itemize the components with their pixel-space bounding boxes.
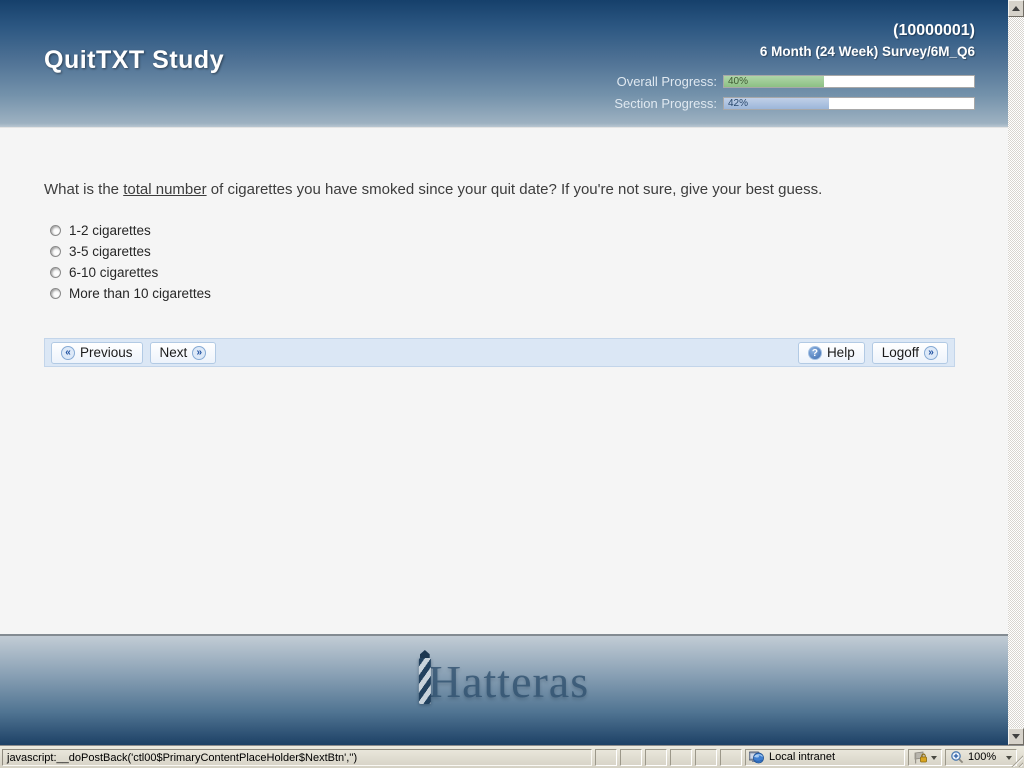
progress-section: Overall Progress: 40% Section Progress: … [614,74,975,118]
radio-button[interactable] [50,225,61,236]
radio-button[interactable] [50,246,61,257]
header-meta: (10000001) 6 Month (24 Week) Survey/6M_Q… [760,22,975,59]
page-viewport: QuitTXT Study (10000001) 6 Month (24 Wee… [0,0,1008,745]
help-button[interactable]: ? Help [797,341,865,364]
zoom-level-label: 100% [968,751,997,763]
option-label: 6-10 cigarettes [69,265,159,280]
header-banner: QuitTXT Study (10000001) 6 Month (24 Wee… [0,0,1008,127]
main-content: What is the total number of cigarettes y… [0,127,1008,634]
participant-id: (10000001) [893,22,975,39]
status-pane [620,748,642,766]
radio-button[interactable] [50,288,61,299]
overall-progress-bar: 40% [723,75,975,88]
logoff-button-label: Logoff [881,345,919,360]
section-progress-value: 42% [728,98,749,109]
previous-arrows-icon: « [61,345,75,360]
protected-mode-pane[interactable] [908,748,942,766]
status-pane [720,748,742,766]
lighthouse-cap [419,650,430,658]
page-title: QuitTXT Study [44,46,225,74]
next-arrows-icon: » [192,345,207,360]
survey-name: 6 Month (24 Week) Survey/6M_Q6 [759,44,975,59]
section-progress-bar: 42% [723,97,975,110]
answer-options: 1-2 cigarettes 3-5 cigarettes 6-10 cigar… [50,223,1008,301]
section-progress-label: Section Progress: [614,96,717,111]
status-pane [645,748,667,766]
protected-mode-icon [914,751,927,763]
question-emphasis: total number [123,181,207,198]
browser-status-bar: javascript:__doPostBack('ctl00$PrimaryCo… [0,745,1024,768]
navigation-toolbar: « Previous Next » ? Help Logoff » [44,338,955,367]
scroll-up-icon [1012,2,1020,11]
scroll-up-button[interactable] [1008,0,1024,17]
next-button-label: Next [159,345,188,360]
previous-button[interactable]: « Previous [51,341,143,364]
overall-progress-label: Overall Progress: [616,74,717,89]
security-zone-label: Local intranet [769,751,836,763]
scroll-down-button[interactable] [1008,728,1024,745]
zoom-dropdown-icon [1006,755,1012,763]
local-intranet-icon [749,751,764,764]
status-pane [670,748,692,766]
logoff-arrows-icon: » [924,345,938,360]
option-label: More than 10 cigarettes [69,286,211,301]
vertical-scrollbar[interactable] [1008,0,1024,745]
question-text: What is the total number of cigarettes y… [44,181,964,198]
radio-button[interactable] [50,267,61,278]
overall-progress-row: Overall Progress: 40% [614,74,975,89]
footer-banner: Hatteras [0,634,1008,745]
status-pane [595,748,617,766]
hatteras-logo: Hatteras [418,650,590,708]
zoom-magnifier-icon [951,751,964,764]
option-label: 3-5 cigarettes [69,244,151,259]
option-row-4[interactable]: More than 10 cigarettes [50,286,1008,301]
logoff-button[interactable]: Logoff » [871,341,948,364]
help-question-icon: ? [807,345,822,360]
option-label: 1-2 cigarettes [69,223,151,238]
option-row-2[interactable]: 3-5 cigarettes [50,244,1008,259]
question-suffix: of cigarettes you have smoked since your… [206,181,823,198]
question-prefix: What is the [44,181,124,198]
status-link-text: javascript:__doPostBack('ctl00$PrimaryCo… [2,748,592,766]
zoom-pane[interactable]: 100% [945,748,1017,766]
hatteras-logo-text: Hatteras [427,656,590,708]
section-progress-row: Section Progress: 42% [614,96,975,111]
status-pane [695,748,717,766]
protected-mode-dropdown-icon [930,755,937,763]
option-row-3[interactable]: 6-10 cigarettes [50,265,1008,280]
help-button-label: Help [826,345,855,360]
option-row-1[interactable]: 1-2 cigarettes [50,223,1008,238]
security-zone-pane[interactable]: Local intranet [745,748,905,766]
scroll-down-icon [1012,734,1020,743]
next-button[interactable]: Next » [149,341,217,364]
lighthouse-icon [418,650,431,704]
previous-button-label: Previous [80,345,133,360]
overall-progress-value: 40% [728,76,749,87]
